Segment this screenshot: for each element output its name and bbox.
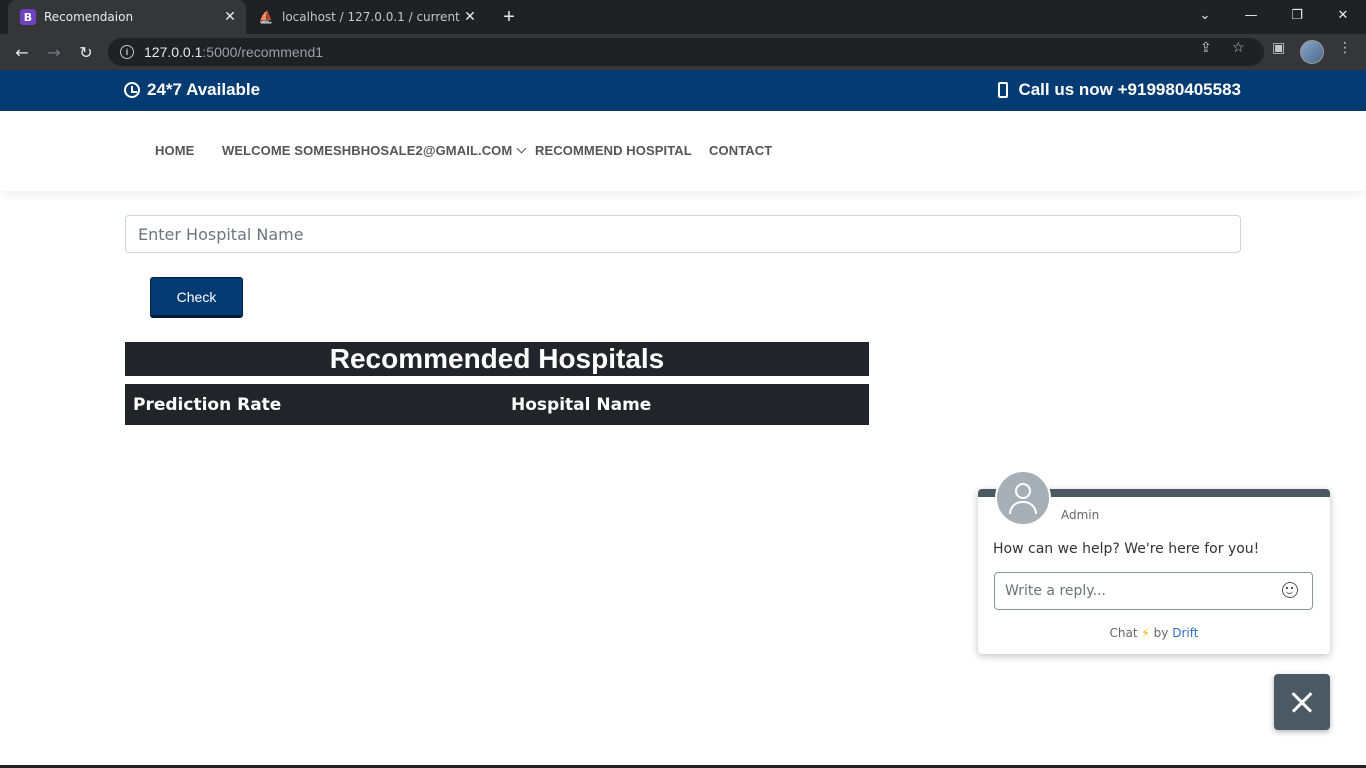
nav-recommend-hospital[interactable]: RECOMMEND HOSPITAL <box>535 143 692 158</box>
chrome-menu-icon[interactable]: ⋮ <box>1338 40 1352 56</box>
url-path: :5000/recommend1 <box>202 44 324 60</box>
phone-text: Call us now +919980405583 <box>1018 80 1241 99</box>
site-navbar: HOME WELCOME SOMESHBHOSALE2@GMAIL.COM RE… <box>0 111 1366 191</box>
browser-tab-recommendation[interactable]: B Recomendaion ✕ <box>8 0 246 34</box>
new-tab-icon[interactable]: + <box>498 6 520 28</box>
nav-welcome-label: WELCOME SOMESHBHOSALE2@GMAIL.COM <box>222 143 513 158</box>
emoji-icon[interactable] <box>1282 582 1298 598</box>
lightning-icon: ⚡ <box>1141 626 1150 640</box>
recommended-hospitals-title: Recommended Hospitals <box>125 342 869 376</box>
tab-search-icon[interactable]: ⌄ <box>1182 0 1228 30</box>
chat-footer-label: Chat <box>1109 626 1138 640</box>
site-topbar: 24*7 Available Call us now +919980405583 <box>0 70 1366 111</box>
browser-tabstrip: B Recomendaion ✕ ⛵ localhost / 127.0.0.1… <box>0 0 1366 34</box>
chat-close-button[interactable] <box>1274 674 1330 730</box>
table-header: Prediction Rate Hospital Name <box>125 384 869 425</box>
browser-toolbar: ← → ↻ i 127.0.0.1:5000/recommend1 ⇪ ☆ ▣ … <box>0 34 1366 70</box>
clock-icon <box>124 82 140 98</box>
user-avatar-icon <box>995 470 1051 526</box>
hospital-name-input[interactable] <box>125 215 1241 253</box>
bootstrap-icon: B <box>20 9 36 25</box>
share-icon[interactable]: ⇪ <box>1200 40 1212 56</box>
profile-avatar[interactable] <box>1300 40 1324 64</box>
close-window-icon[interactable]: ✕ <box>1320 0 1366 30</box>
minimize-icon[interactable]: — <box>1228 0 1274 30</box>
chat-reply-input[interactable] <box>994 572 1313 610</box>
chat-widget: Admin How can we help? We're here for yo… <box>978 470 1330 654</box>
column-hospital-name: Hospital Name <box>511 395 652 415</box>
chat-footer: Chat ⚡ by Drift <box>978 626 1330 640</box>
phpmyadmin-icon: ⛵ <box>258 10 274 24</box>
forward-icon[interactable]: → <box>42 40 66 64</box>
nav-contact[interactable]: CONTACT <box>709 143 772 158</box>
phone-icon <box>998 82 1009 98</box>
tab-title: localhost / 127.0.0.1 / currentcov <box>282 10 460 24</box>
chat-footer-by: by <box>1153 626 1169 640</box>
chevron-down-icon <box>516 143 527 154</box>
close-tab-icon[interactable]: ✕ <box>220 7 240 27</box>
reload-icon[interactable]: ↻ <box>74 40 98 64</box>
chat-agent-name: Admin <box>1061 508 1100 522</box>
phone-info: Call us now +919980405583 <box>998 80 1241 100</box>
chat-message: How can we help? We're here for you! <box>993 541 1260 557</box>
drift-link[interactable]: Drift <box>1172 626 1198 640</box>
nav-welcome-dropdown[interactable]: WELCOME SOMESHBHOSALE2@GMAIL.COM <box>222 143 527 158</box>
close-tab-icon[interactable]: ✕ <box>460 7 480 27</box>
bookmark-star-icon[interactable]: ☆ <box>1232 40 1245 56</box>
nav-home[interactable]: HOME <box>155 143 194 158</box>
url-host: 127.0.0.1 <box>144 44 203 60</box>
restore-icon[interactable]: ❐ <box>1274 0 1320 30</box>
tab-title: Recomendaion <box>44 10 134 24</box>
availability-text: 24*7 Available <box>147 80 261 99</box>
availability-info: 24*7 Available <box>124 80 260 100</box>
column-prediction-rate: Prediction Rate <box>133 395 282 415</box>
site-info-icon[interactable]: i <box>120 45 134 59</box>
check-button[interactable]: Check <box>150 277 243 318</box>
browser-tab-phpmyadmin[interactable]: ⛵ localhost / 127.0.0.1 / currentcov ✕ <box>250 0 486 34</box>
side-panel-icon[interactable]: ▣ <box>1272 40 1285 56</box>
address-bar[interactable]: i 127.0.0.1:5000/recommend1 <box>108 38 1264 66</box>
back-icon[interactable]: ← <box>10 40 34 64</box>
